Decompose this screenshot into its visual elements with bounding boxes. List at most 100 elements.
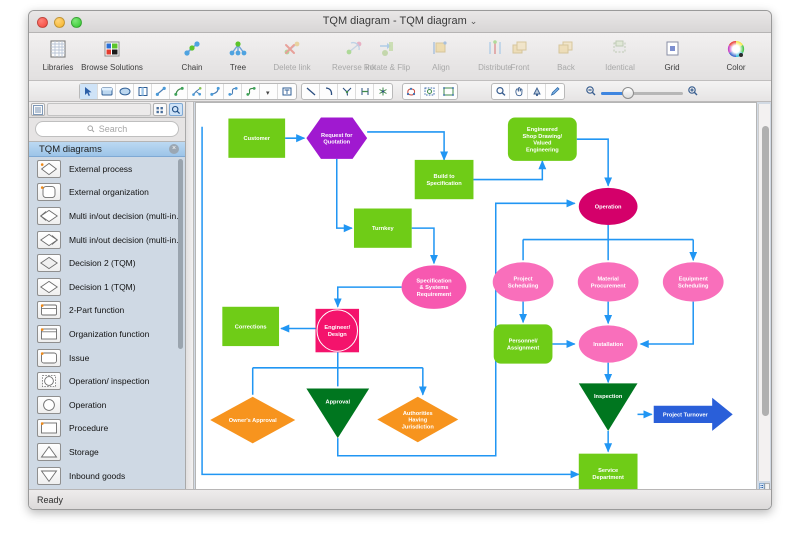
pen-tool[interactable] (546, 84, 564, 99)
hand-tool[interactable] (510, 84, 528, 99)
shape-list-item[interactable]: Storage (29, 440, 185, 464)
browse-solutions-button[interactable]: Browse Solutions (81, 36, 143, 73)
tree-button[interactable]: Tree (215, 36, 261, 73)
multi-select-tool[interactable] (439, 84, 457, 99)
zoom-out-icon[interactable] (585, 84, 597, 102)
color-label: Color (726, 63, 746, 72)
sidebar-scrollbar-thumb[interactable] (178, 159, 183, 349)
star-tool[interactable] (374, 84, 392, 99)
canvas-vscroll-thumb[interactable] (762, 126, 769, 416)
flow-node[interactable]: Corrections (222, 306, 280, 347)
shape-list-item[interactable]: Operation (29, 393, 185, 417)
flow-node-label: Scheduling (678, 283, 709, 289)
bring-front-button[interactable]: Front (497, 36, 543, 73)
shape-list[interactable]: External process External organization Mul… (29, 157, 185, 498)
flow-node-label: Having (408, 418, 427, 424)
column-tool[interactable] (134, 84, 152, 99)
sidebar-path-field[interactable] (47, 103, 151, 116)
shape-list-item[interactable]: Operation/ inspection (29, 369, 185, 393)
diagram-canvas[interactable]: Customer Request for Quotation Build to Spec… (195, 102, 757, 495)
flow-node[interactable]: MaterialProcurement (577, 262, 639, 302)
flow-node[interactable]: Engineer/Design (315, 308, 360, 353)
polyline-tool[interactable] (338, 84, 356, 99)
text-tool[interactable] (278, 84, 296, 99)
flow-node[interactable]: ProjectScheduling (492, 262, 554, 302)
zoom-slider-handle[interactable] (622, 86, 634, 99)
flow-node[interactable]: Turnkey (353, 208, 412, 248)
shape-list-item-label: External process (69, 163, 133, 174)
pointer-tool[interactable] (80, 84, 98, 99)
shape-list-item-label: Decision 1 (TQM) (69, 281, 136, 292)
inspectors-button[interactable]: Inspectors (759, 36, 771, 73)
fill-tool[interactable] (528, 84, 546, 99)
title-chevron-down-icon[interactable]: ⌄ (470, 16, 478, 26)
flow-node[interactable]: Customer (228, 118, 286, 158)
shape-list-item[interactable]: Multi in/out decision (multi-in... (29, 228, 185, 252)
shape-list-item[interactable]: 2-Part function (29, 299, 185, 323)
sidebar-section-header[interactable]: TQM diagrams × (29, 142, 185, 157)
zoom-in-icon[interactable] (687, 84, 699, 102)
flow-node[interactable]: Owner's Approval (210, 396, 296, 444)
shape-list-item[interactable]: Decision 2 (TQM) (29, 251, 185, 275)
flow-node[interactable]: EquipmentScheduling (662, 262, 724, 302)
arc-connector-tool[interactable] (206, 84, 224, 99)
bezier-connector-tool[interactable] (224, 84, 242, 99)
line-tool[interactable] (302, 84, 320, 99)
zoom-slider[interactable] (601, 86, 683, 99)
shape-list-item[interactable]: Issue (29, 346, 185, 370)
shape-list-item-label: Multi in/out decision (multi-in... (69, 234, 184, 245)
tree-connector-tool[interactable] (188, 84, 206, 99)
flow-node[interactable]: Build toSpecification (414, 159, 474, 200)
curve-connector-tool[interactable] (170, 84, 188, 99)
shape-list-item[interactable]: External organization (29, 181, 185, 205)
delete-link-button[interactable]: Delete link (261, 36, 323, 73)
chain-button[interactable]: Chain (169, 36, 215, 73)
search-toggle-icon[interactable] (169, 103, 183, 116)
shape-list-item[interactable]: Decision 1 (TQM) (29, 275, 185, 299)
align-button[interactable]: Align (418, 36, 464, 73)
dimension-tool[interactable] (356, 84, 374, 99)
canvas-vertical-scrollbar[interactable] (758, 104, 770, 481)
shape-list-item[interactable]: Inbound goods (29, 464, 185, 488)
library-tree-icon[interactable] (31, 103, 45, 116)
shape-list-item[interactable]: Multi in/out decision (multi-in... (29, 204, 185, 228)
flow-node[interactable]: Specification& SystemsRequirement (401, 265, 467, 309)
crop-tool[interactable] (421, 84, 439, 99)
ellipse-tool[interactable] (116, 84, 134, 99)
close-icon[interactable]: × (169, 144, 179, 154)
arc-tool[interactable] (320, 84, 338, 99)
shape-list-item-label: Operation (69, 399, 107, 410)
flow-node[interactable]: ServiceDepartment (578, 453, 638, 493)
shape-list-item[interactable]: Procedure (29, 417, 185, 441)
flow-node-label: Installation (593, 342, 623, 348)
shape-list-item[interactable]: External process (29, 157, 185, 181)
flow-node[interactable]: Operation (578, 187, 638, 226)
connector-options-tool[interactable]: ▾ (260, 84, 278, 99)
flow-node[interactable]: AuthoritiesHavingJurisdiction (377, 396, 459, 443)
flow-node[interactable]: EngineeredShop Drawing/ValuedEngineering (507, 117, 577, 161)
zoom-tool[interactable] (492, 84, 510, 99)
freeform-tool[interactable] (403, 84, 421, 99)
send-back-button[interactable]: Back (543, 36, 589, 73)
rotate-flip-label: Rotate & Flip (363, 63, 411, 72)
tree-label: Tree (229, 63, 247, 72)
status-text: Ready (37, 494, 64, 505)
rotate-flip-button[interactable]: Rotate & Flip (356, 36, 418, 73)
flowchart-svg[interactable]: Customer Request forQuotation Build toSpec… (196, 103, 756, 494)
libraries-button[interactable]: Libraries (35, 36, 81, 73)
color-button[interactable]: Color (713, 36, 759, 73)
flow-node[interactable]: Request forQuotation (306, 117, 368, 159)
search-input[interactable]: Search (35, 121, 179, 137)
flow-node[interactable]: Project Turnover (653, 397, 733, 431)
flow-node[interactable]: Installation (578, 325, 638, 363)
flow-node[interactable]: Approval (306, 388, 370, 439)
grid-button[interactable]: Grid (649, 36, 695, 73)
flow-node[interactable]: Personnel/Assignment (493, 324, 553, 364)
grid-view-icon[interactable] (153, 103, 167, 116)
smart-connector-tool[interactable] (152, 84, 170, 99)
roundrect-connector-tool[interactable] (242, 84, 260, 99)
shape-list-item[interactable]: Organization function (29, 322, 185, 346)
flow-node[interactable]: Inspection (578, 383, 638, 431)
identical-button[interactable]: Identical (589, 36, 651, 73)
rectangle-tool[interactable] (98, 84, 116, 99)
